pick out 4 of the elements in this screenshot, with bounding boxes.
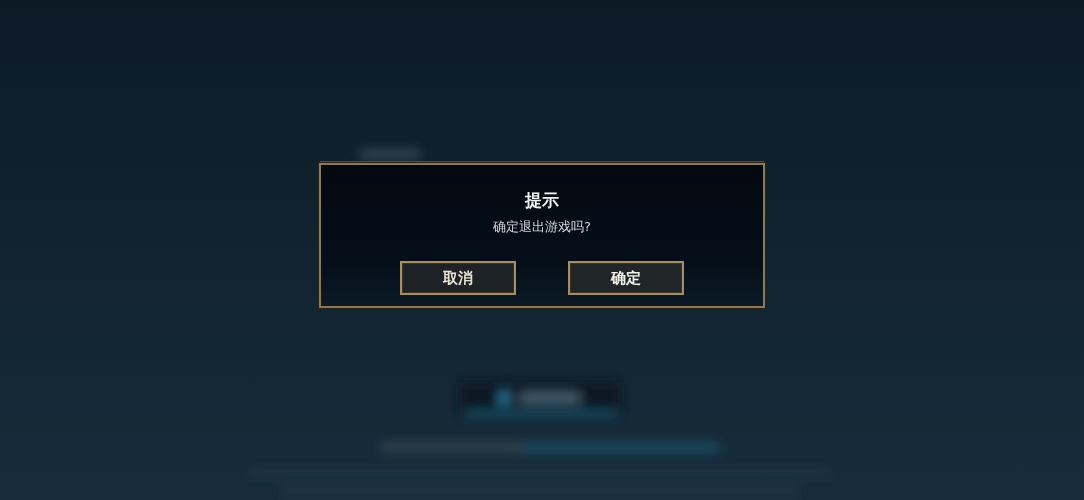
confirm-button[interactable]: 确定 xyxy=(568,261,684,295)
dialog-title: 提示 xyxy=(525,189,559,211)
cancel-button[interactable]: 取消 xyxy=(400,261,516,295)
dialog-message: 确定退出游戏吗? xyxy=(493,218,591,236)
